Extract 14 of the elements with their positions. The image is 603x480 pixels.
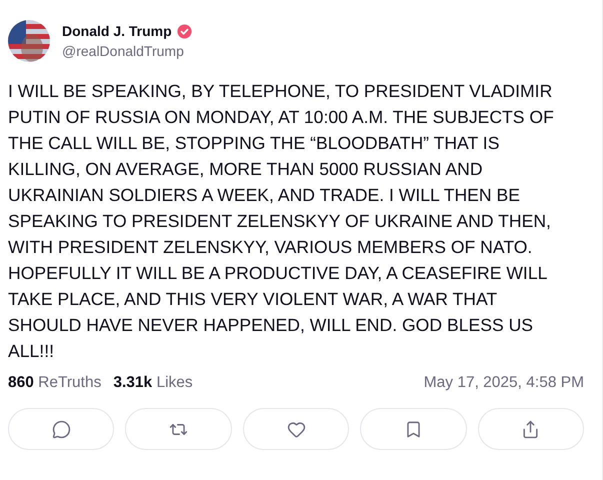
retruths-count[interactable]: 860 ReTruths [8,374,102,392]
author-name[interactable]: Donald J. Trump [62,23,172,39]
share-icon [521,420,540,438]
bookmark-button[interactable] [360,408,467,450]
heart-icon [286,420,306,438]
post-text: I WILL BE SPEAKING, BY TELEPHONE, TO PRESIDENT VLADIMIR PUTIN OF RUSSIA ON MONDAY, AT 10:00 A.M. THE SUBJECTS OF THE CALL WILL BE, STOPPING THE “BLOODBATH” THAT IS KILLING, ON AVERAGE, MORE THAN 5000 RUSSIAN AND UKRAINIAN SOLDIERS A WEEK, AND TRADE. I WILL THEN BE SPEAKING TO PRESIDENT ZELENSKYY OF UKRAINE AND THEN, WITH PRESIDENT ZELENSKYY, VARIOUS MEMBERS OF NATO. HOPEFULLY IT WILL BE A PRODUCTIVE DAY, A CEASEFIRE WILL TAKE PLACE, AND THIS VERY VIOLENT WAR, A WAR THAT SHOULD HAVE NEVER HAPPENED, WILL END. GOD BLESS US ALL!!! [8,80,555,363]
author-handle[interactable]: @realDonaldTrump [62,43,192,59]
share-button[interactable] [478,408,584,450]
repost-button[interactable] [125,408,232,450]
reply-icon [52,420,71,438]
post-timestamp[interactable]: May 17, 2025, 4:58 PM [424,374,584,392]
like-button[interactable] [242,408,350,450]
reply-button[interactable] [8,408,114,450]
likes-count[interactable]: 3.31k Likes [113,374,193,392]
